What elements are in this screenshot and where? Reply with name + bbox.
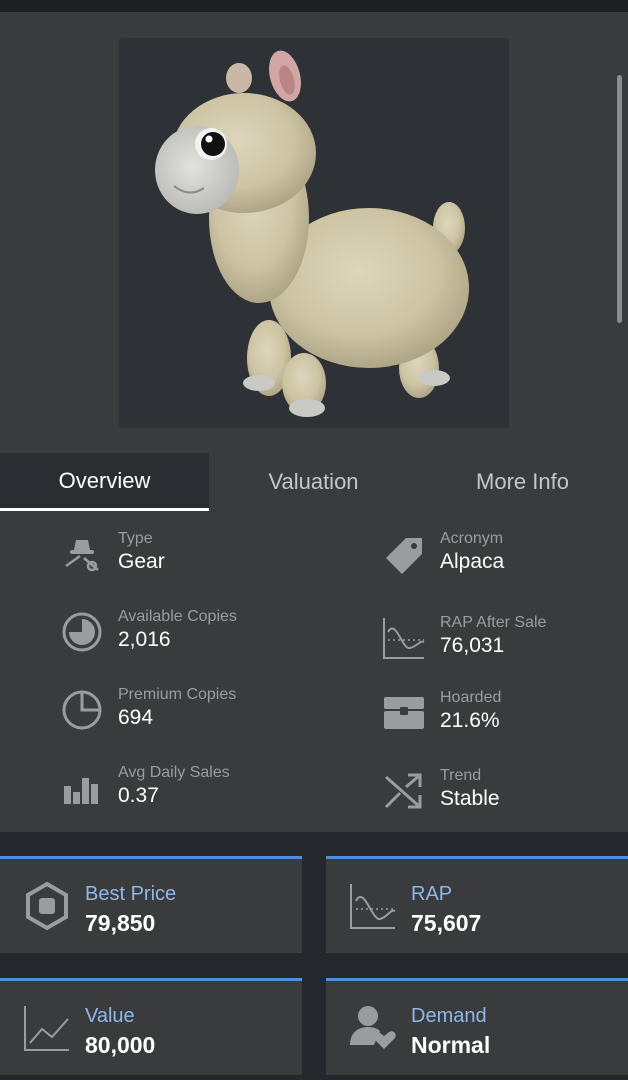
card-best-price-value: 79,850: [85, 910, 156, 936]
user-heart-icon: [348, 1003, 398, 1053]
line-chart-icon: [22, 1003, 72, 1053]
wave-chart-icon: [380, 614, 428, 662]
card-demand-value: Normal: [411, 1032, 491, 1058]
stat-avg-daily-sales-value: 0.37: [118, 784, 159, 807]
card-rap[interactable]: RAP 75,607: [326, 856, 628, 953]
robux-icon: [22, 881, 72, 931]
stat-rap-after-sale-value: 76,031: [440, 634, 505, 657]
item-thumbnail: [119, 38, 509, 428]
pie-chart-icon: [58, 608, 106, 656]
wave-chart-icon: [348, 881, 398, 931]
stat-trend-value: Stable: [440, 787, 500, 810]
alpaca-image: [155, 50, 469, 417]
stat-hoarded-label: Hoarded: [440, 689, 502, 706]
stat-type-value: Gear: [118, 550, 165, 573]
tab-overview-label: Overview: [58, 467, 151, 493]
tag-icon: [380, 530, 428, 578]
stat-acronym-label: Acronym: [440, 530, 504, 547]
shuffle-icon: [380, 767, 428, 815]
stat-available-label: Available Copies: [118, 608, 237, 625]
pie-chart-outline-icon: [58, 686, 106, 734]
tab-overview[interactable]: Overview: [0, 453, 209, 511]
stat-rap-after-sale-label: RAP After Sale: [440, 614, 547, 631]
card-best-price-label: Best Price: [85, 883, 177, 905]
stat-premium-label: Premium Copies: [118, 686, 237, 703]
tab-more-info-label: More Info: [476, 469, 569, 494]
top-bar: [0, 0, 628, 12]
card-value-value: 80,000: [85, 1032, 156, 1058]
hat-and-tools-icon: [58, 530, 106, 578]
card-rap-value: 75,607: [411, 910, 482, 936]
bar-chart-icon: [58, 764, 106, 812]
card-demand-label: Demand: [411, 1005, 487, 1027]
tab-bar: Overview Valuation More Info: [0, 453, 628, 511]
card-value-label: Value: [85, 1005, 135, 1027]
stat-hoarded-value: 21.6%: [440, 709, 500, 732]
stat-type-label: Type: [118, 530, 153, 547]
tab-valuation[interactable]: Valuation: [209, 453, 418, 511]
tab-valuation-label: Valuation: [268, 469, 359, 494]
tab-more-info[interactable]: More Info: [418, 453, 627, 511]
scrollbar[interactable]: [617, 75, 622, 323]
stat-acronym-value: Alpaca: [440, 550, 505, 573]
stat-available-value: 2,016: [118, 628, 171, 651]
card-value[interactable]: Value 80,000: [0, 978, 302, 1075]
stat-premium-value: 694: [118, 706, 154, 729]
chest-icon: [380, 689, 428, 737]
card-demand[interactable]: Demand Normal: [326, 978, 628, 1075]
stat-trend-label: Trend: [440, 767, 482, 784]
card-rap-label: RAP: [411, 883, 453, 905]
card-best-price[interactable]: Best Price 79,850: [0, 856, 302, 953]
stat-avg-daily-sales-label: Avg Daily Sales: [118, 764, 230, 781]
